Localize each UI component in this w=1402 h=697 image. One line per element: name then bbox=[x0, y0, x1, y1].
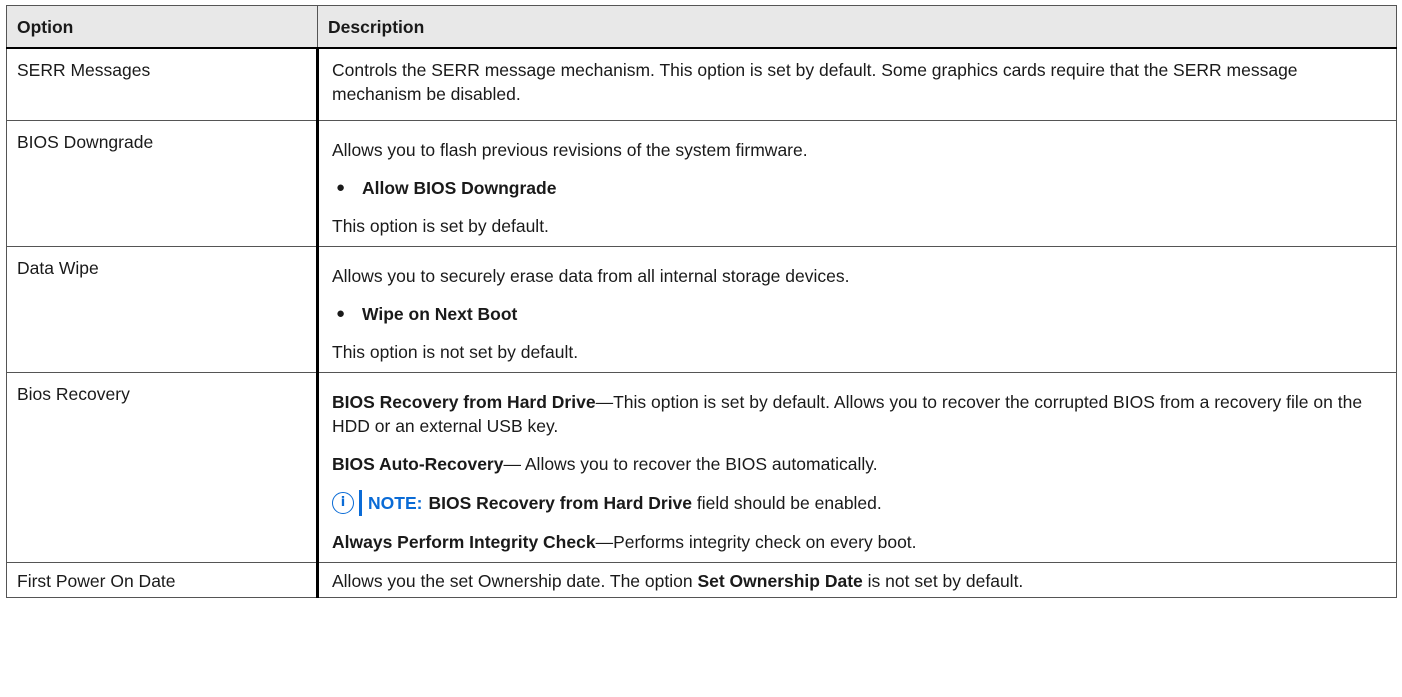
bullet-icon: ● bbox=[336, 305, 346, 322]
description-text: Allows you the set Ownership date. The o… bbox=[332, 569, 1382, 593]
description-footer: This option is set by default. bbox=[332, 216, 549, 236]
auto-recovery-text: — Allows you to recover the BIOS automat… bbox=[503, 454, 878, 474]
bullet-label: Wipe on Next Boot bbox=[362, 304, 518, 324]
note-divider bbox=[359, 490, 362, 516]
bullet-label: Allow BIOS Downgrade bbox=[362, 178, 557, 198]
note-text: field should be enabled. bbox=[692, 493, 882, 513]
description-bios-downgrade: Allows you to flash previous revisions o… bbox=[317, 120, 1397, 247]
first-power-text-pre: Allows you the set Ownership date. The o… bbox=[332, 571, 698, 591]
info-icon: i bbox=[332, 492, 354, 514]
note-bold-text: BIOS Recovery from Hard Drive bbox=[428, 493, 693, 513]
option-bios-downgrade: BIOS Downgrade bbox=[6, 120, 319, 247]
description-text: Controls the SERR message mechanism. Thi… bbox=[332, 60, 1298, 104]
table-row: First Power On Date Allows you the set O… bbox=[6, 562, 1397, 598]
table-row: BIOS Downgrade Allows you to flash previ… bbox=[6, 120, 1397, 247]
bullet-icon: ● bbox=[336, 179, 346, 196]
recovery-paragraph-1: BIOS Recovery from Hard Drive—This optio… bbox=[332, 390, 1382, 438]
first-power-text-post: is not set by default. bbox=[862, 571, 1024, 591]
bullet-item: ● Wipe on Next Boot bbox=[332, 302, 1382, 326]
recovery-paragraph-3: Always Perform Integrity Check—Performs … bbox=[332, 530, 1382, 554]
description-bios-recovery: BIOS Recovery from Hard Drive—This optio… bbox=[317, 372, 1397, 563]
recovery-paragraph-2: BIOS Auto-Recovery— Allows you to recove… bbox=[332, 452, 1382, 476]
option-bios-recovery: Bios Recovery bbox=[6, 372, 319, 563]
auto-recovery-label: BIOS Auto-Recovery bbox=[332, 454, 504, 474]
description-text: Allows you to flash previous revisions o… bbox=[332, 140, 808, 160]
header-description: Description bbox=[317, 5, 1397, 49]
description-footer: This option is not set by default. bbox=[332, 342, 579, 362]
description-first-power-on-date: Allows you the set Ownership date. The o… bbox=[317, 562, 1397, 598]
description-serr-messages: Controls the SERR message mechanism. Thi… bbox=[317, 47, 1397, 121]
description-text: Allows you to securely erase data from a… bbox=[332, 266, 850, 286]
set-ownership-date-label: Set Ownership Date bbox=[697, 571, 863, 591]
option-first-power-on-date: First Power On Date bbox=[6, 562, 319, 598]
table-row: Data Wipe Allows you to securely erase d… bbox=[6, 246, 1397, 373]
note-label: NOTE: bbox=[368, 493, 423, 513]
recovery-hdd-label: BIOS Recovery from Hard Drive bbox=[332, 392, 596, 412]
note-callout: i NOTE: BIOS Recovery from Hard Drive fi… bbox=[332, 490, 1382, 516]
integrity-check-label: Always Perform Integrity Check bbox=[332, 532, 596, 552]
integrity-check-text: —Performs integrity check on every boot. bbox=[595, 532, 917, 552]
table-row: Bios Recovery BIOS Recovery from Hard Dr… bbox=[6, 372, 1397, 563]
bullet-item: ● Allow BIOS Downgrade bbox=[332, 176, 1382, 200]
bios-options-table: Option Description SERR Messages Control… bbox=[6, 5, 1397, 598]
option-serr-messages: SERR Messages bbox=[6, 47, 319, 121]
header-option: Option bbox=[6, 5, 318, 49]
option-data-wipe: Data Wipe bbox=[6, 246, 319, 373]
table-row: SERR Messages Controls the SERR message … bbox=[6, 47, 1397, 121]
table-header-row: Option Description bbox=[6, 5, 1397, 49]
description-data-wipe: Allows you to securely erase data from a… bbox=[317, 246, 1397, 373]
